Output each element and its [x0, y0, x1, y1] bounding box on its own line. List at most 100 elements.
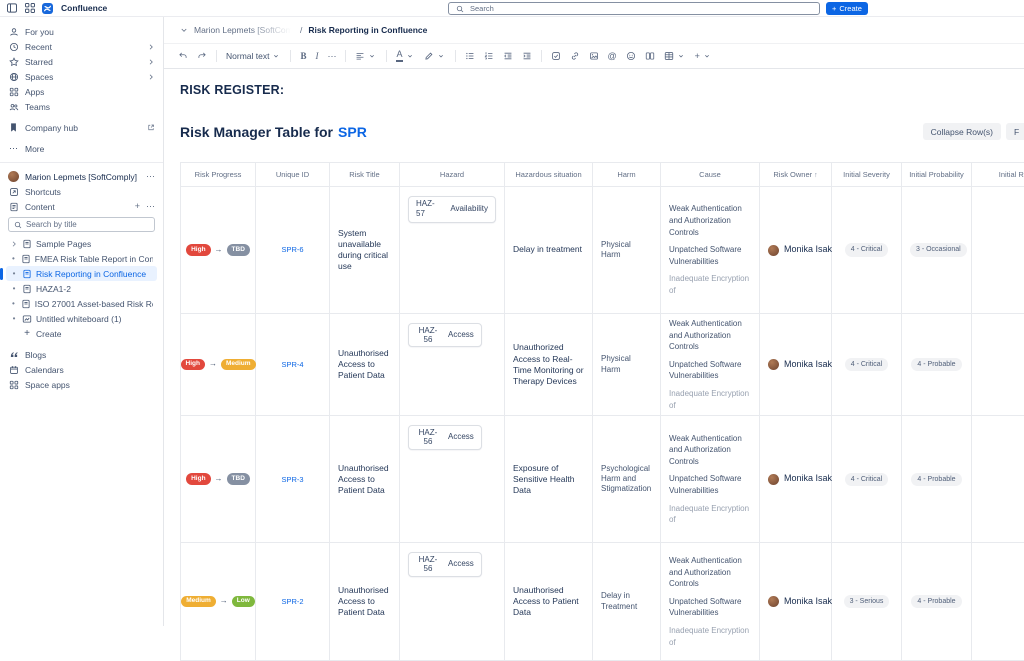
- hazard-cell: HAZ-56Access: [400, 314, 505, 416]
- owner-name[interactable]: Monika Isak: [784, 244, 832, 256]
- sidebar-item-starred[interactable]: Starred: [0, 54, 163, 69]
- column-header-unique-id[interactable]: Unique ID: [256, 163, 330, 187]
- table-button[interactable]: [664, 51, 686, 61]
- column-header-initial-rpn[interactable]: Initial RPN: [972, 163, 1024, 187]
- teams-icon: [8, 101, 19, 112]
- initial-severity-cell: 4 - Critical: [832, 416, 902, 543]
- indent-icon: [522, 51, 532, 61]
- column-header-initial-probability[interactable]: Initial Probability: [902, 163, 972, 187]
- global-search-input[interactable]: Search: [448, 2, 820, 15]
- sidebar-item-blogs[interactable]: Blogs: [0, 347, 163, 362]
- space-switcher[interactable]: Marion Lepmets [SoftComply] ⋯: [0, 169, 163, 184]
- column-header-risk-owner[interactable]: Risk Owner↑: [760, 163, 832, 187]
- column-header-hazardous-situation[interactable]: Hazardous situation: [505, 163, 593, 187]
- hazard-chip[interactable]: HAZ-56Access: [408, 425, 482, 449]
- owner-name[interactable]: Monika Isak: [784, 596, 832, 608]
- toolbar-divider: [541, 50, 542, 62]
- column-header-risk-progress[interactable]: Risk Progress: [181, 163, 256, 187]
- sidebar-item-create[interactable]: +Create: [6, 326, 157, 341]
- hazardous-situation-cell: Exposure of Sensitive Health Data: [505, 416, 593, 543]
- breadcrumb-current[interactable]: Risk Reporting in Confluence: [308, 25, 427, 35]
- column-header-initial-severity[interactable]: Initial Severity: [832, 163, 902, 187]
- chevron-down-icon: [702, 51, 712, 61]
- chevron-down-icon[interactable]: [180, 26, 188, 34]
- undo-icon: [178, 51, 188, 61]
- create-button[interactable]: + Create: [826, 2, 868, 15]
- sidebar-item-space-apps[interactable]: Space apps: [0, 377, 163, 392]
- highlight-color-button[interactable]: [424, 51, 446, 61]
- insert-button[interactable]: +: [695, 51, 712, 61]
- clipped-button[interactable]: F: [1006, 123, 1024, 140]
- content-search-input[interactable]: Search by title: [8, 217, 155, 232]
- sidebar-footer: BlogsCalendarsSpace apps: [0, 347, 163, 392]
- undo-button[interactable]: [178, 51, 188, 61]
- layout-button[interactable]: [645, 51, 655, 61]
- emoji-button[interactable]: [626, 51, 636, 61]
- sidebar-item-apps[interactable]: Apps: [0, 84, 163, 99]
- sidebar-item-haza1-2[interactable]: •HAZA1-2: [6, 281, 157, 296]
- bold-button[interactable]: B: [300, 51, 306, 61]
- link-button[interactable]: [570, 51, 580, 61]
- arrow-right-icon: →: [215, 245, 223, 255]
- sidebar-item-iso-27001-asset-based-risk-regis[interactable]: •ISO 27001 Asset-based Risk Regis...: [6, 296, 157, 311]
- risk-id-link[interactable]: SPR-2: [281, 597, 303, 606]
- project-key-link[interactable]: SPR: [338, 124, 367, 140]
- text-color-button[interactable]: A: [396, 50, 414, 62]
- risk-id-link[interactable]: SPR-3: [281, 475, 303, 484]
- sidebar-item-sample-pages[interactable]: Sample Pages: [6, 236, 157, 251]
- sidebar-item-fmea-risk-table-report-in-conflue[interactable]: •FMEA Risk Table Report in Conflue...: [6, 251, 157, 266]
- indent-button[interactable]: [522, 51, 532, 61]
- numbered-list-button[interactable]: [484, 51, 494, 61]
- italic-button[interactable]: I: [315, 51, 318, 61]
- risk-progress-cell: High→Medium: [181, 314, 256, 416]
- task-list-button[interactable]: [551, 51, 561, 61]
- column-header-risk-title[interactable]: Risk Title: [330, 163, 400, 187]
- space-menu-icon[interactable]: ⋯: [146, 171, 155, 182]
- risk-id-link[interactable]: SPR-4: [281, 360, 303, 369]
- risk-level-badge: TBD: [227, 244, 250, 255]
- sidebar-item-spaces[interactable]: Spaces: [0, 69, 163, 84]
- drag-dot-icon: •: [10, 269, 18, 278]
- owner-name[interactable]: Monika Isak: [784, 359, 832, 371]
- risk-progress-cell: High→TBD: [181, 416, 256, 543]
- sidebar-item-company-hub[interactable]: Company hub: [0, 120, 163, 135]
- sidebar-item-calendars[interactable]: Calendars: [0, 362, 163, 377]
- quote-icon: [8, 349, 19, 360]
- owner-name[interactable]: Monika Isak: [784, 473, 832, 485]
- search-icon: [14, 221, 22, 229]
- outdent-button[interactable]: [503, 51, 513, 61]
- hazard-chip[interactable]: HAZ-57Availability: [408, 196, 496, 223]
- more-formatting-button[interactable]: ⋯: [327, 51, 336, 62]
- sidebar-item-for-you[interactable]: For you: [0, 24, 163, 39]
- column-header-hazard[interactable]: Hazard: [400, 163, 505, 187]
- hazard-chip[interactable]: HAZ-56Access: [408, 323, 482, 347]
- content-menu-icon[interactable]: ⋯: [146, 201, 155, 212]
- sidebar-item-untitled-whiteboard-1[interactable]: •Untitled whiteboard (1): [6, 311, 157, 326]
- breadcrumb: Marion Lepmets [SoftComply] / Risk Repor…: [164, 17, 1024, 43]
- chevron-down-icon: [367, 51, 377, 61]
- sidebar-item-content[interactable]: Content + ⋯: [0, 199, 163, 214]
- redo-button[interactable]: [197, 51, 207, 61]
- sidebar-item-recent[interactable]: Recent: [0, 39, 163, 54]
- bullet-list-button[interactable]: [465, 51, 475, 61]
- app-switcher-icon[interactable]: [24, 2, 36, 14]
- external-link-icon: [147, 124, 155, 132]
- alignment-button[interactable]: [355, 51, 377, 61]
- risk-id-link[interactable]: SPR-6: [281, 245, 303, 254]
- column-header-cause[interactable]: Cause: [661, 163, 760, 187]
- image-button[interactable]: [589, 51, 599, 61]
- sidebar-item-risk-reporting-in-confluence[interactable]: •Risk Reporting in Confluence: [6, 266, 157, 281]
- text-style-dropdown[interactable]: Normal text: [226, 51, 281, 61]
- hazard-chip[interactable]: HAZ-56Access: [408, 552, 482, 576]
- add-content-icon[interactable]: +: [135, 201, 140, 212]
- sidebar-item-teams[interactable]: Teams: [0, 99, 163, 114]
- sidebar-toggle-icon[interactable]: [6, 2, 18, 14]
- arrow-right-icon: →: [215, 474, 223, 484]
- confluence-logo-icon[interactable]: [42, 3, 53, 14]
- column-header-harm[interactable]: Harm: [593, 163, 661, 187]
- collapse-rows-button[interactable]: Collapse Row(s): [923, 123, 1001, 140]
- mention-button[interactable]: @: [608, 51, 617, 61]
- breadcrumb-parent[interactable]: Marion Lepmets [SoftComply]: [194, 25, 294, 35]
- sidebar-item-shortcuts[interactable]: Shortcuts: [0, 184, 163, 199]
- sidebar-item-more[interactable]: ⋯ More: [0, 141, 163, 156]
